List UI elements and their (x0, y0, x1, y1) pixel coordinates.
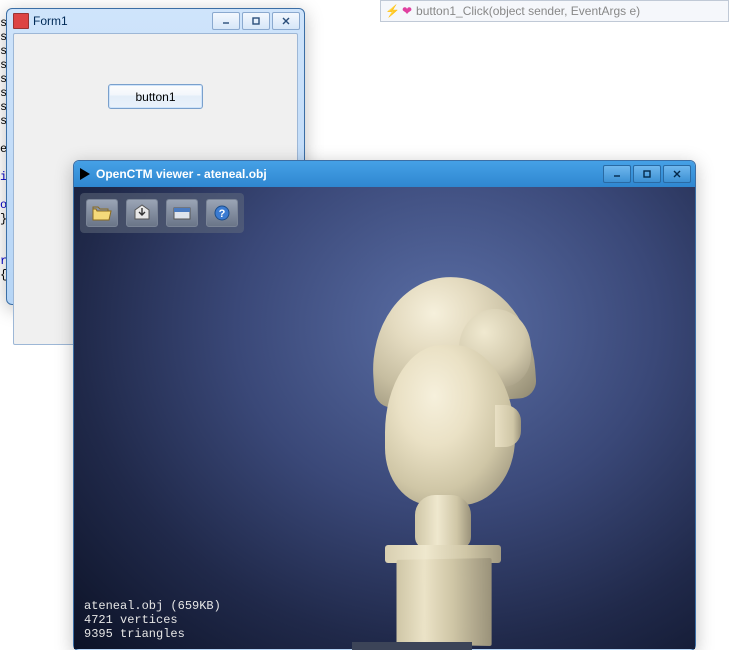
form1-title: Form1 (33, 14, 212, 28)
form1-titlebar[interactable]: Form1 (7, 9, 304, 33)
minimize-button[interactable] (603, 165, 631, 183)
partial-window-edge (352, 642, 472, 650)
button1[interactable]: button1 (108, 84, 203, 109)
close-button[interactable] (663, 165, 691, 183)
event-icon: ❤ (402, 4, 412, 18)
viewport-3d[interactable] (74, 187, 695, 649)
close-button[interactable] (272, 12, 300, 30)
openctm-toolbar: ? (80, 193, 244, 233)
model-bust (319, 245, 579, 645)
openctm-client-area: ? ateneal.obj (659KB) 4721 vertices 9395… (74, 187, 695, 649)
ide-member-dropdown[interactable]: ⚡ ❤ button1_Click(object sender, EventAr… (380, 0, 729, 22)
openctm-titlebar[interactable]: OpenCTM viewer - ateneal.obj (74, 161, 695, 187)
help-button[interactable]: ? (206, 199, 238, 227)
save-file-button[interactable] (126, 199, 158, 227)
open-file-button[interactable] (86, 199, 118, 227)
openctm-title: OpenCTM viewer - ateneal.obj (96, 167, 603, 181)
lightning-icon: ⚡ (385, 4, 400, 18)
openctm-window[interactable]: OpenCTM viewer - ateneal.obj (73, 160, 696, 650)
svg-text:?: ? (219, 208, 226, 220)
maximize-button[interactable] (633, 165, 661, 183)
form-app-icon (13, 13, 29, 29)
openctm-app-icon (80, 168, 90, 180)
minimize-button[interactable] (212, 12, 240, 30)
method-signature: button1_Click(object sender, EventArgs e… (416, 4, 640, 18)
model-stats: ateneal.obj (659KB) 4721 vertices 9395 t… (84, 599, 221, 641)
maximize-button[interactable] (242, 12, 270, 30)
snapshot-button[interactable] (166, 199, 198, 227)
